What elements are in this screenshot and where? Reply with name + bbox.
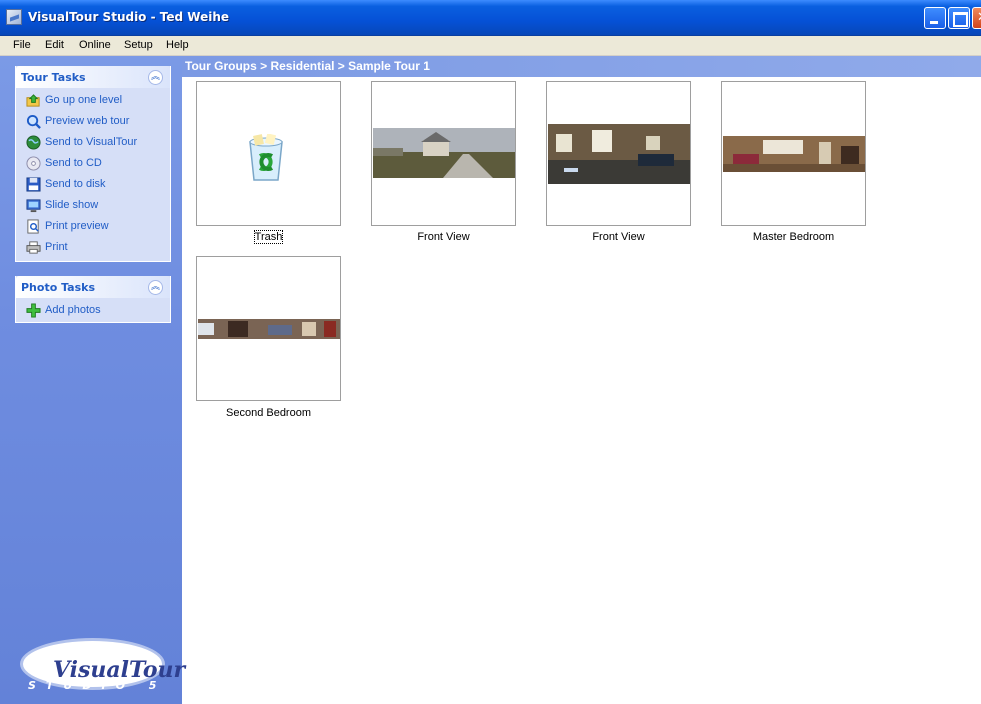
cd-icon bbox=[26, 156, 41, 171]
task-preview-web-tour[interactable]: Preview web tour bbox=[16, 111, 172, 131]
folder-up-icon bbox=[26, 94, 40, 107]
task-send-to-cd[interactable]: Send to CD bbox=[16, 153, 172, 173]
thumbnail-label: Master Bedroom bbox=[752, 231, 835, 243]
tour-tasks-title: Tour Tasks bbox=[21, 71, 86, 84]
title-bar: VisualTour Studio - Ted Weihe bbox=[0, 0, 981, 36]
window-title: VisualTour Studio - Ted Weihe bbox=[28, 10, 230, 24]
task-label: Print bbox=[45, 241, 68, 253]
thumbnail-second-bedroom[interactable] bbox=[196, 256, 341, 401]
photo-tasks-title: Photo Tasks bbox=[21, 281, 96, 294]
monitor-icon bbox=[26, 199, 41, 213]
menu-edit[interactable]: Edit bbox=[45, 39, 64, 51]
recycle-bin-icon bbox=[249, 134, 283, 181]
task-send-to-disk[interactable]: Send to disk bbox=[16, 174, 172, 194]
globe-icon bbox=[26, 135, 41, 150]
panorama-image bbox=[373, 128, 515, 178]
collapse-icon[interactable]: ︽ bbox=[148, 70, 163, 85]
menu-help[interactable]: Help bbox=[166, 39, 189, 51]
thumbnail-label: Front View bbox=[592, 231, 645, 243]
task-label: Preview web tour bbox=[45, 115, 130, 127]
menu-file[interactable]: File bbox=[13, 39, 31, 51]
task-slide-show[interactable]: Slide show bbox=[16, 195, 172, 215]
tour-tasks-panel: Tour Tasks ︽ Go up one level Preview web… bbox=[15, 66, 171, 262]
minimize-button[interactable] bbox=[924, 7, 946, 29]
logo-subtitle: STUDIO 5 bbox=[28, 679, 167, 692]
thumbnail-master-bedroom[interactable] bbox=[721, 81, 866, 226]
photo-tasks-panel: Photo Tasks ︽ Add photos bbox=[15, 276, 171, 323]
task-label: Go up one level bbox=[45, 94, 123, 106]
task-label: Send to VisualTour bbox=[45, 136, 138, 148]
close-button[interactable] bbox=[972, 7, 981, 29]
maximize-button[interactable] bbox=[948, 7, 970, 29]
photo-tasks-header[interactable]: Photo Tasks ︽ bbox=[16, 276, 170, 298]
menu-setup[interactable]: Setup bbox=[124, 39, 153, 51]
task-label: Slide show bbox=[45, 199, 99, 211]
task-print[interactable]: Print bbox=[16, 237, 172, 257]
menu-bar: File Edit Online Setup Help bbox=[0, 36, 981, 56]
menu-online[interactable]: Online bbox=[79, 39, 111, 51]
task-print-preview[interactable]: Print preview bbox=[16, 216, 172, 236]
task-send-to-visualtour[interactable]: Send to VisualTour bbox=[16, 132, 172, 152]
breadcrumb-bar: Tour Groups > Residential > Sample Tour … bbox=[182, 56, 981, 77]
thumbnail-label: Trash bbox=[196, 230, 341, 244]
collapse-icon[interactable]: ︽ bbox=[148, 280, 163, 295]
task-label: Print preview bbox=[45, 220, 109, 232]
task-label: Send to disk bbox=[45, 178, 106, 190]
thumbnail-label: Second Bedroom bbox=[226, 407, 311, 419]
thumbnail-trash[interactable] bbox=[196, 81, 341, 226]
magnifier-icon bbox=[26, 114, 41, 129]
thumbnail-label-text: Trash bbox=[253, 230, 284, 244]
panorama-image bbox=[548, 124, 690, 184]
app-icon[interactable] bbox=[6, 9, 22, 25]
panorama-image bbox=[198, 319, 340, 339]
task-label: Add photos bbox=[45, 304, 101, 316]
panorama-image bbox=[723, 136, 865, 172]
task-go-up-one-level[interactable]: Go up one level bbox=[16, 90, 172, 110]
print-preview-icon bbox=[27, 219, 39, 234]
add-icon bbox=[26, 303, 41, 318]
floppy-icon bbox=[26, 177, 41, 192]
thumbnail-label: Front View bbox=[417, 231, 470, 243]
breadcrumb: Tour Groups > Residential > Sample Tour … bbox=[185, 59, 430, 73]
tour-tasks-header[interactable]: Tour Tasks ︽ bbox=[16, 66, 170, 88]
task-label: Send to CD bbox=[45, 157, 102, 169]
thumbnail-front-view[interactable] bbox=[371, 81, 516, 226]
task-add-photos[interactable]: Add photos bbox=[16, 300, 172, 320]
task-pane: Tour Tasks ︽ Go up one level Preview web… bbox=[0, 56, 185, 704]
printer-icon bbox=[26, 241, 41, 254]
thumbnail-front-view-interior[interactable] bbox=[546, 81, 691, 226]
